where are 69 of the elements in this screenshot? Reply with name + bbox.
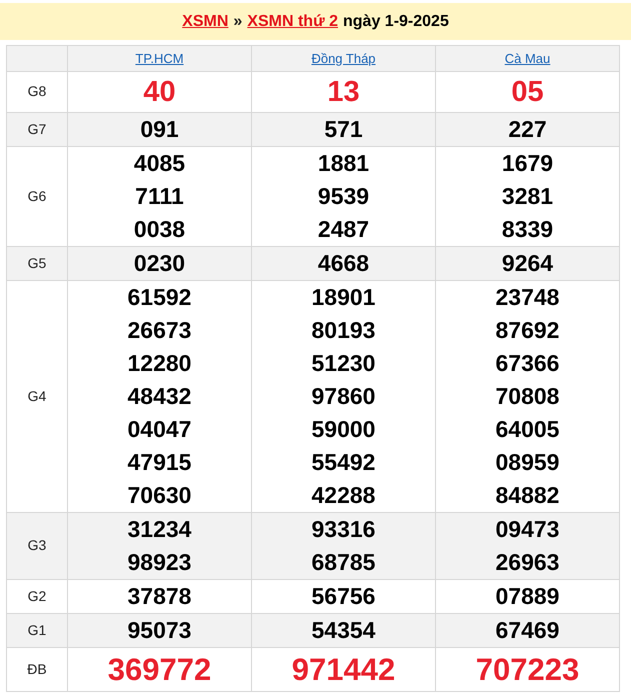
prize-label: G4 (28, 388, 46, 404)
result-number: 26963 (494, 548, 560, 577)
result-number: 47915 (126, 448, 192, 477)
result-number: 95073 (126, 616, 192, 645)
prize-label: G8 (28, 83, 46, 99)
result-number: 0230 (132, 249, 186, 278)
result-number: 93316 (310, 515, 376, 544)
result-number: 61592 (126, 283, 192, 312)
prize-label: G6 (28, 188, 46, 204)
result-number: 8339 (500, 215, 554, 244)
result-number: 091 (139, 115, 180, 144)
result-number: 07889 (494, 582, 560, 611)
result-number: 04047 (126, 415, 192, 444)
result-number: 7111 (134, 182, 185, 211)
result-number: 48432 (126, 382, 192, 411)
result-number: 4085 (132, 149, 186, 178)
result-number: 2487 (316, 215, 370, 244)
result-number: 1679 (500, 149, 554, 178)
result-number: 369772 (106, 650, 212, 688)
result-number: 37878 (126, 582, 192, 611)
result-number: 05 (510, 75, 545, 110)
prize-label: ĐB (27, 660, 47, 676)
result-number: 971442 (290, 650, 396, 688)
province-link[interactable]: Cà Mau (504, 50, 550, 66)
result-number: 40 (142, 75, 177, 110)
result-number: 09473 (494, 515, 560, 544)
result-number: 98923 (126, 548, 192, 577)
result-number: 18901 (310, 283, 376, 312)
result-number: 0038 (132, 215, 186, 244)
date-text: ngày 1-9-2025 (343, 12, 449, 32)
result-number: 59000 (310, 415, 376, 444)
result-number: 9264 (500, 249, 554, 278)
result-number: 70808 (494, 382, 560, 411)
result-number: 08959 (494, 448, 560, 477)
result-number: 56756 (310, 582, 376, 611)
result-number: 12280 (126, 349, 192, 378)
result-number: 67366 (494, 349, 560, 378)
breadcrumb-link[interactable]: XSMN (182, 10, 228, 34)
result-number: 4668 (316, 249, 370, 278)
result-number: 51230 (310, 349, 376, 378)
breadcrumb-separator: » (233, 12, 242, 32)
province-link[interactable]: TP.HCM (135, 50, 184, 66)
result-number: 13 (326, 75, 361, 110)
result-number: 68785 (310, 548, 376, 577)
prize-label: G5 (28, 254, 46, 270)
result-number: 84882 (494, 481, 560, 510)
prize-label: G7 (28, 120, 46, 136)
result-number: 227 (507, 115, 548, 144)
result-number: 54354 (310, 616, 376, 645)
result-number: 23748 (494, 283, 560, 312)
result-number: 42288 (310, 481, 376, 510)
result-number: 26673 (126, 316, 192, 345)
result-number: 9539 (316, 182, 370, 211)
prize-label: G3 (28, 537, 46, 553)
result-number: 87692 (494, 316, 560, 345)
result-number: 80193 (310, 316, 376, 345)
result-number: 1881 (316, 149, 370, 178)
result-number: 64005 (494, 415, 560, 444)
result-number: 31234 (126, 515, 192, 544)
prize-label: G2 (28, 588, 46, 604)
result-number: 707223 (474, 650, 580, 688)
prize-label: G1 (28, 622, 46, 638)
result-number: 3281 (500, 182, 554, 211)
result-number: 55492 (310, 448, 376, 477)
result-number: 571 (323, 115, 364, 144)
result-number: 97860 (310, 382, 376, 411)
result-number: 67469 (494, 616, 560, 645)
breadcrumb-link[interactable]: XSMN thứ 2 (247, 10, 338, 34)
result-number: 70630 (126, 481, 192, 510)
